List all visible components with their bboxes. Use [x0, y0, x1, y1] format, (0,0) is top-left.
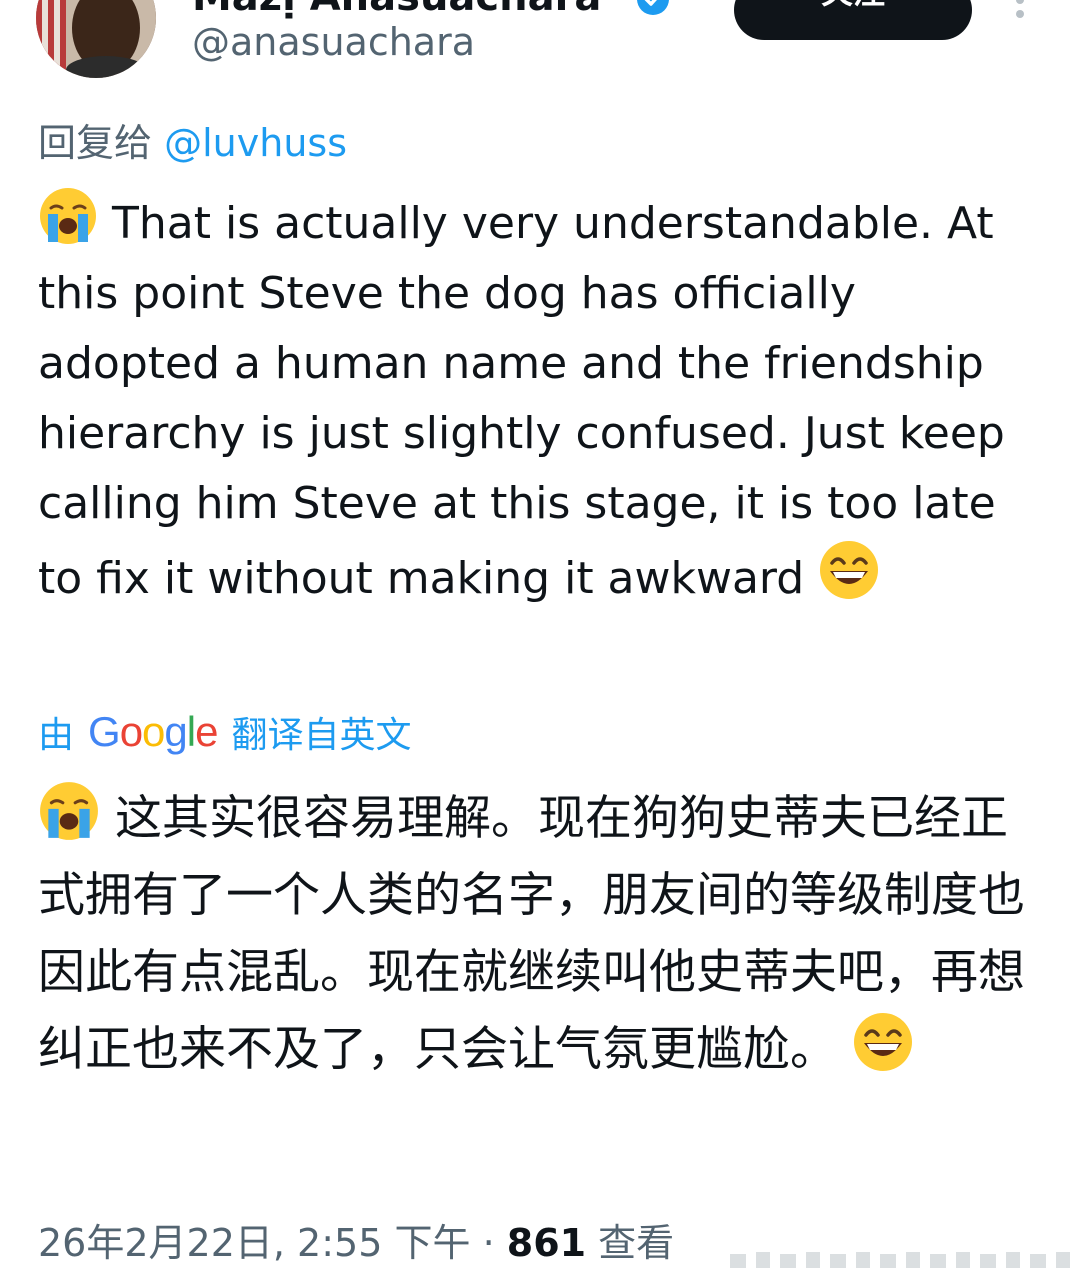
tweet-meta: 26年2月22日, 2:55 下午 · 861 查看 [38, 1212, 674, 1267]
reply-prefix: 回复给 [38, 121, 153, 165]
google-logo: Google [88, 708, 218, 755]
author-display-name[interactable]: Mazị Anasuachara [192, 0, 601, 20]
views-label: 查看 [598, 1221, 675, 1265]
author-handle[interactable]: @anasuachara [192, 20, 475, 64]
meta-separator: · [482, 1221, 495, 1265]
grinning-face-with-smiling-eyes-icon [853, 1013, 912, 1071]
tweet-header: Mazị Anasuachara @anasuachara 关注 [0, 0, 1080, 90]
watermark-graphic [730, 1252, 1070, 1268]
translated-text: 这其实很容易理解。现在狗狗史蒂夫已经正式拥有了一个人类的名字，朋友间的等级制度也… [38, 780, 1048, 1088]
avatar-image [36, 0, 156, 78]
reply-handle-link[interactable]: @luvhuss [164, 121, 347, 165]
translation-attribution[interactable]: 由 Google 翻译自英文 [38, 706, 411, 758]
follow-button-label: 关注 [821, 0, 885, 11]
reply-context: 回复给 @luvhuss [38, 112, 347, 167]
more-options-icon[interactable] [1006, 0, 1034, 30]
avatar[interactable] [36, 0, 156, 78]
translation-suffix: 翻译自英文 [231, 715, 412, 756]
grinning-face-with-smiling-eyes-icon [820, 541, 879, 599]
tweet-timestamp[interactable]: 26年2月22日, 2:55 下午 [38, 1221, 470, 1265]
loudly-crying-face-icon [40, 188, 96, 244]
loudly-crying-face-icon [40, 782, 98, 840]
views-count: 861 [506, 1221, 587, 1265]
translation-prefix: 由 [38, 715, 75, 756]
follow-button[interactable]: 关注 [734, 0, 972, 40]
tweet-text: That is actually very understandable. At… [38, 186, 1048, 614]
verified-badge-icon [637, 0, 669, 15]
